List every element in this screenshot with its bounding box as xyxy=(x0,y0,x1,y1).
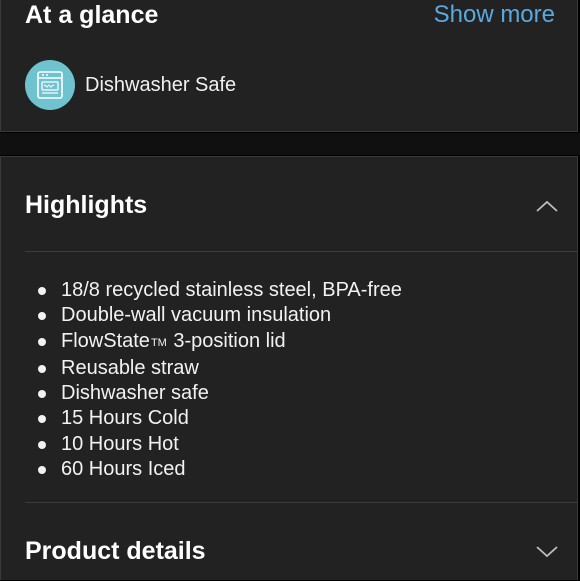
list-item: 10 Hours Hot xyxy=(25,432,402,457)
list-item: Double-wall vacuum insulation xyxy=(25,303,402,328)
highlights-header[interactable]: Highlights xyxy=(1,157,577,251)
list-item: 18/8 recycled stainless steel, BPA-free xyxy=(25,278,402,303)
list-item: Reusable straw xyxy=(25,356,402,381)
details-panel: Highlights 18/8 recycled stainless steel… xyxy=(0,156,578,580)
chevron-up-icon xyxy=(536,200,558,212)
product-details-title: Product details xyxy=(25,537,206,565)
section-separator xyxy=(0,133,580,155)
at-a-glance-section: At a glance Show more Dishwasher Safe xyxy=(0,0,578,132)
chevron-down-icon xyxy=(536,546,558,558)
show-more-link[interactable]: Show more xyxy=(434,1,555,29)
glance-item-dishwasher-safe: Dishwasher Safe xyxy=(25,60,236,110)
product-details-header[interactable]: Product details xyxy=(1,503,577,581)
list-item: 60 Hours Iced xyxy=(25,457,402,482)
highlights-title: Highlights xyxy=(25,191,148,219)
list-item: FlowStateTM 3-position lid xyxy=(25,329,402,356)
list-item: Dishwasher safe xyxy=(25,381,402,406)
list-item: 15 Hours Cold xyxy=(25,406,402,431)
at-a-glance-title: At a glance xyxy=(25,1,159,29)
highlights-divider xyxy=(25,251,577,252)
trademark-mark: TM xyxy=(150,336,167,349)
highlights-list: 18/8 recycled stainless steel, BPA-free … xyxy=(25,278,402,482)
glance-item-label: Dishwasher Safe xyxy=(85,73,237,96)
dishwasher-icon xyxy=(25,60,75,110)
